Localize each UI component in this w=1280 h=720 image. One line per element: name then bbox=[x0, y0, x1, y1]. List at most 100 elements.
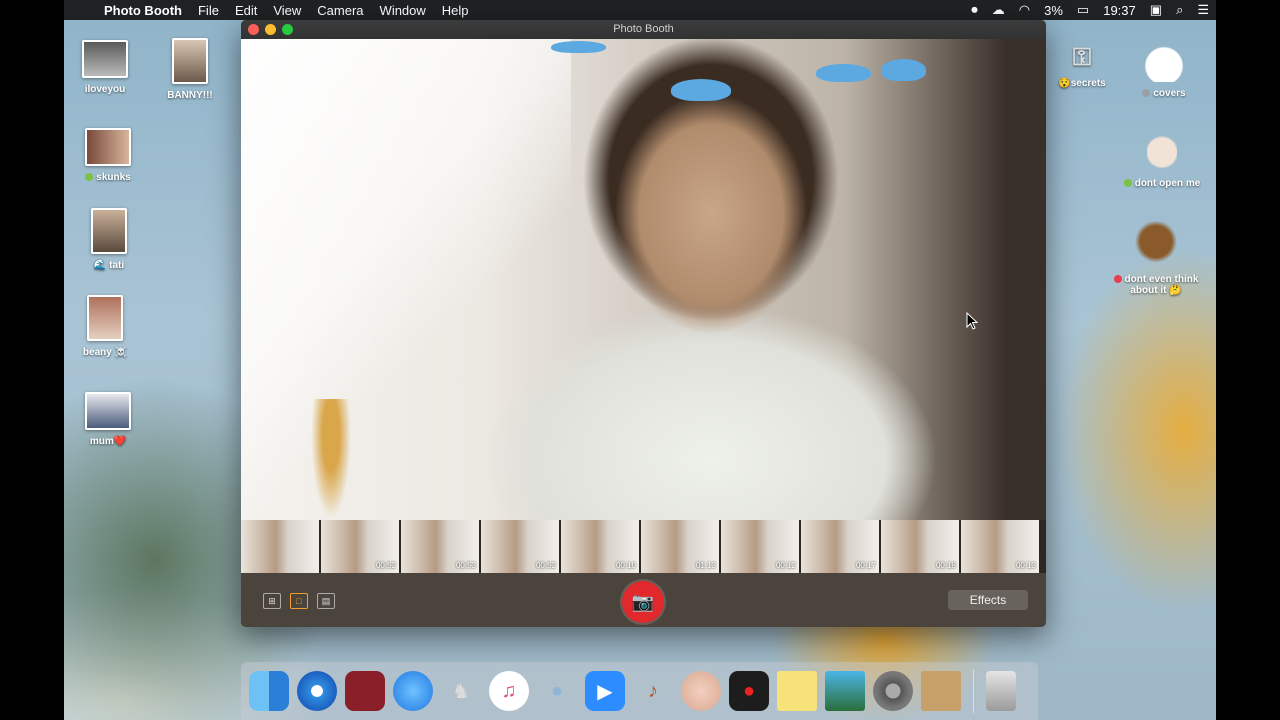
desktop-icon-tati[interactable]: 🌊 tati bbox=[64, 208, 154, 271]
seal-icon[interactable]: ● bbox=[537, 671, 577, 711]
spotlight-search-icon[interactable]: ⌕ bbox=[1169, 2, 1190, 18]
camera-icon: 📷 bbox=[631, 591, 655, 612]
filmstrip-thumbnail[interactable]: 00:53 bbox=[401, 520, 479, 573]
photo-filmstrip[interactable]: 00:52 00:53 00:52 00:10 01:13 00:12 00:1… bbox=[241, 520, 1046, 573]
single-photo-mode-icon[interactable]: □ bbox=[290, 593, 308, 609]
app-menu[interactable]: Photo Booth bbox=[96, 3, 190, 18]
desktop-icon-label: dont open me bbox=[1117, 178, 1207, 189]
filmstrip-thumbnail[interactable]: 01:13 bbox=[641, 520, 719, 573]
photo-booth-toolbar: ⊞ □ ▤ 📷 Effects bbox=[241, 573, 1046, 627]
finder-icon[interactable] bbox=[249, 671, 289, 711]
video-duration: 00:53 bbox=[455, 561, 476, 570]
filmstrip-thumbnail[interactable]: 00:52 bbox=[321, 520, 399, 573]
desktop-icon-mum[interactable]: mum❤️ bbox=[63, 392, 153, 447]
video-mode-icon[interactable]: ▤ bbox=[317, 593, 335, 609]
image-thumbnail-icon bbox=[87, 295, 123, 341]
desktop-icon-label: 😯secrets bbox=[1037, 78, 1127, 89]
filmstrip-thumbnail[interactable]: 00:17 bbox=[801, 520, 879, 573]
image-thumbnail-icon bbox=[82, 40, 128, 78]
filmstrip-thumbnail[interactable] bbox=[241, 520, 319, 573]
menu-bar: Photo Booth File Edit View Camera Window… bbox=[64, 0, 1216, 20]
menu-help[interactable]: Help bbox=[434, 3, 477, 18]
camera-preview bbox=[241, 39, 1046, 539]
creative-cloud-icon[interactable]: ☁ bbox=[985, 2, 1012, 18]
filmstrip-thumbnail[interactable]: 00:10 bbox=[561, 520, 639, 573]
desktop-icon-dont-open-me[interactable]: dont open me bbox=[1117, 128, 1207, 189]
face-app-icon[interactable] bbox=[681, 671, 721, 711]
effects-button[interactable]: Effects bbox=[948, 590, 1028, 610]
green-tag-icon bbox=[1123, 179, 1132, 188]
wave-emoji-icon: 🌊 bbox=[93, 260, 110, 271]
desktop-icon-label: dont even think about it 🤔 bbox=[1111, 274, 1201, 296]
filmstrip-thumbnail[interactable]: 00:12 bbox=[721, 520, 799, 573]
window-title: Photo Booth bbox=[613, 23, 674, 35]
take-photo-button[interactable]: 📷 bbox=[622, 581, 664, 623]
video-duration: 00:52 bbox=[375, 561, 396, 570]
menu-window[interactable]: Window bbox=[372, 3, 434, 18]
label-text: covers bbox=[1153, 88, 1186, 99]
key-icon: ⚿ bbox=[1072, 44, 1092, 71]
menu-file[interactable]: File bbox=[190, 3, 227, 18]
messages-icon[interactable] bbox=[393, 671, 433, 711]
video-duration: 01:13 bbox=[695, 561, 716, 570]
desktop-icon-skunks[interactable]: skunks bbox=[63, 128, 153, 183]
garageband-icon[interactable]: ♪ bbox=[633, 671, 673, 711]
wifi-icon[interactable]: ◠ bbox=[1012, 2, 1037, 18]
image-thumbnail-icon bbox=[85, 128, 131, 166]
desktop-icon-secrets[interactable]: ⚿ 😯secrets bbox=[1037, 44, 1127, 89]
zoom-button[interactable] bbox=[282, 24, 293, 35]
trash-icon[interactable] bbox=[986, 671, 1016, 711]
desktop-icon-dont-even-think-about-it[interactable]: dont even think about it 🤔 bbox=[1111, 220, 1201, 296]
desktop-icon-beany[interactable]: beany ☠️ bbox=[60, 295, 150, 358]
desktop-icon-banny[interactable]: BANNY!!! bbox=[145, 38, 235, 101]
system-preferences-icon[interactable] bbox=[873, 671, 913, 711]
screen-record-icon[interactable]: ⏺ bbox=[964, 2, 985, 18]
itunes-icon[interactable]: ♫ bbox=[489, 671, 529, 711]
desktop-icon-label: 🌊 tati bbox=[64, 260, 154, 271]
stickies-icon[interactable] bbox=[777, 671, 817, 711]
minimize-button[interactable] bbox=[265, 24, 276, 35]
four-up-mode-icon[interactable]: ⊞ bbox=[263, 593, 281, 609]
image-thumbnail-icon bbox=[172, 38, 208, 84]
desktop-icon-label: skunks bbox=[63, 172, 153, 183]
filmstrip-thumbnail[interactable]: 00:13 bbox=[961, 520, 1039, 573]
bird-effect-icon bbox=[551, 41, 606, 53]
image-thumbnail-icon bbox=[91, 208, 127, 254]
menu-camera[interactable]: Camera bbox=[309, 3, 371, 18]
red-tag-icon bbox=[1113, 275, 1122, 284]
desktop-icon-covers[interactable]: covers bbox=[1119, 42, 1209, 99]
image-thumbnail-icon bbox=[85, 392, 131, 430]
label-text: tati bbox=[109, 260, 125, 271]
menu-edit[interactable]: Edit bbox=[227, 3, 265, 18]
menu-view[interactable]: View bbox=[265, 3, 309, 18]
notification-center-icon[interactable]: ☰ bbox=[1190, 2, 1216, 18]
bird-effect-icon bbox=[671, 79, 731, 101]
contacts-icon[interactable] bbox=[921, 671, 961, 711]
battery-icon[interactable]: ▭ bbox=[1070, 2, 1096, 18]
filmstrip-thumbnail[interactable]: 00:18 bbox=[881, 520, 959, 573]
zoom-icon[interactable]: ▶ bbox=[585, 671, 625, 711]
close-button[interactable] bbox=[248, 24, 259, 35]
user-switch-icon[interactable]: ▣ bbox=[1143, 2, 1169, 18]
video-duration: 00:18 bbox=[935, 561, 956, 570]
label-text: dont even think about it 🤔 bbox=[1124, 274, 1199, 296]
tux-icon[interactable]: ♞ bbox=[441, 671, 481, 711]
photo-booth-icon[interactable] bbox=[345, 671, 385, 711]
green-tag-icon bbox=[85, 173, 94, 182]
hushed-emoji-icon: 😯 bbox=[1058, 78, 1071, 89]
bunny-icon bbox=[1142, 42, 1186, 82]
flower-vase bbox=[311, 399, 351, 519]
desktop-icon-iloveyou[interactable]: iloveyou bbox=[60, 40, 150, 95]
bunny-plush-icon bbox=[1147, 128, 1177, 172]
preview-icon[interactable] bbox=[825, 671, 865, 711]
video-duration: 00:52 bbox=[535, 561, 556, 570]
safari-icon[interactable] bbox=[297, 671, 337, 711]
filmstrip-thumbnail[interactable]: 00:52 bbox=[481, 520, 559, 573]
battery-percentage[interactable]: 3% bbox=[1037, 3, 1070, 18]
lion-icon bbox=[1133, 220, 1179, 268]
photo-booth-window: Photo Booth 00:52 00:53 00:52 00:10 01:1… bbox=[241, 20, 1046, 627]
video-duration: 00:12 bbox=[775, 561, 796, 570]
window-titlebar[interactable]: Photo Booth bbox=[241, 20, 1046, 39]
clock[interactable]: 19:37 bbox=[1096, 3, 1143, 18]
photo-booth-red-icon[interactable]: ● bbox=[729, 671, 769, 711]
